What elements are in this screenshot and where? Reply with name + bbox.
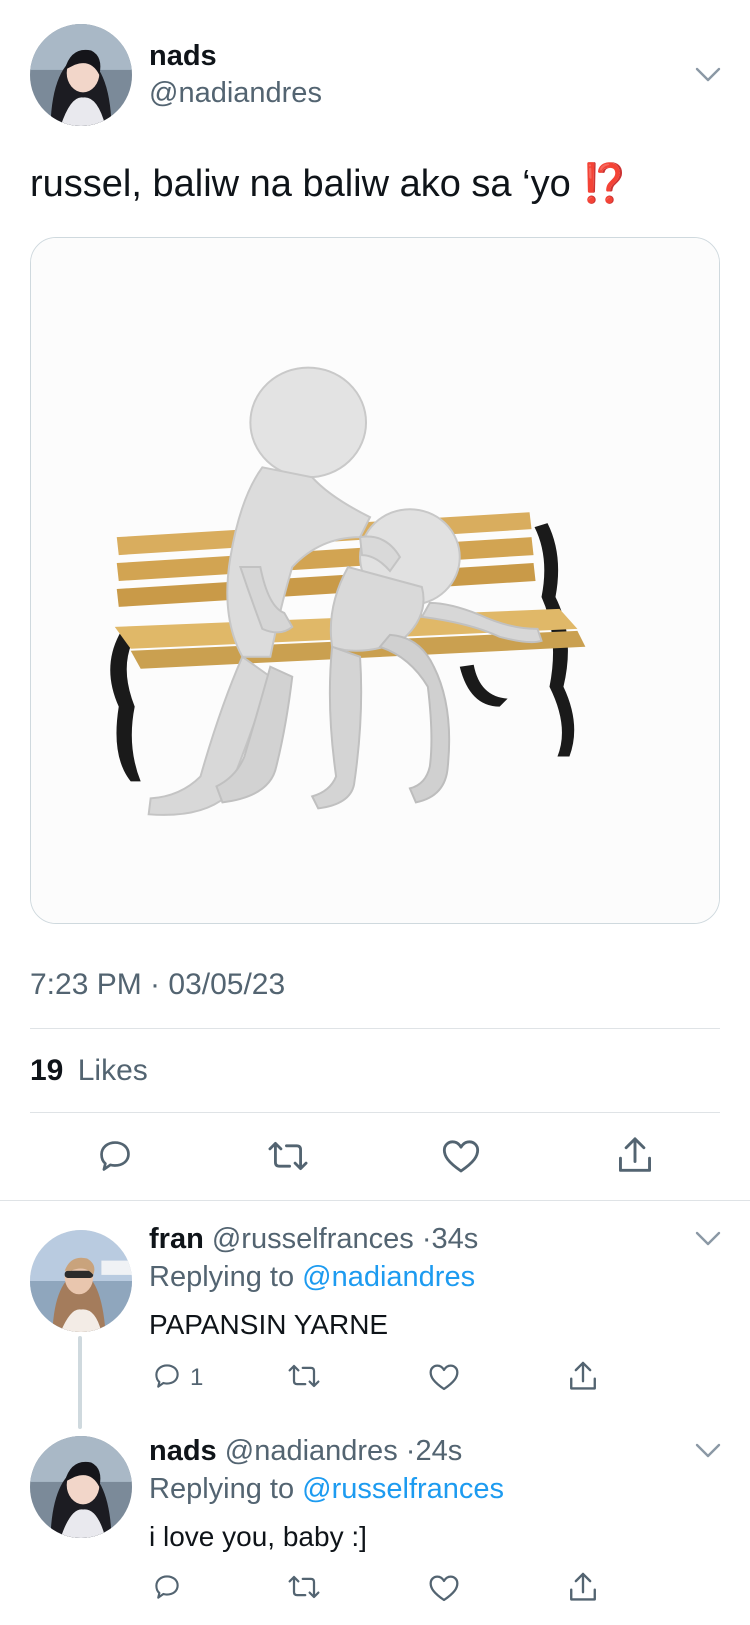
avatar[interactable]: [30, 1436, 132, 1538]
media-image-bench-figures: [31, 238, 719, 923]
likes-row[interactable]: 19 Likes: [30, 1054, 148, 1088]
avatar[interactable]: [30, 1230, 132, 1332]
author-name[interactable]: nads: [149, 1435, 217, 1467]
main-tweet: nads @nadiandres russel, baliw na baliw …: [0, 0, 750, 1200]
divider: [30, 1028, 720, 1029]
likes-count: 19: [30, 1054, 64, 1087]
chevron-down-icon[interactable]: [695, 67, 721, 83]
replying-to-prefix: Replying to: [149, 1261, 295, 1293]
reply-icon[interactable]: [96, 1137, 134, 1175]
reply-time: 24s: [415, 1435, 463, 1467]
share-icon[interactable]: [615, 1134, 655, 1176]
divider: [30, 1112, 720, 1113]
divider: [0, 1200, 750, 1201]
replying-to-prefix: Replying to: [149, 1473, 295, 1505]
tweet-text-body: russel, baliw na baliw ako sa ‘yo: [30, 163, 571, 205]
replying-to: Replying to @russelfrances: [149, 1473, 504, 1506]
like-icon[interactable]: [441, 1137, 481, 1175]
retweet-icon[interactable]: [266, 1137, 310, 1175]
meta-separator: ·: [405, 1435, 416, 1467]
tweet-text: russel, baliw na baliw ako sa ‘yo ⁉️: [30, 160, 720, 208]
author-name[interactable]: fran: [149, 1223, 204, 1255]
author-handle[interactable]: @nadiandres: [225, 1435, 398, 1467]
tweet-timestamp: 7:23 PM · 03/05/23: [30, 968, 286, 1001]
author-handle[interactable]: @nadiandres: [149, 77, 322, 110]
reply-header: fran @russelfrances ·34s: [149, 1223, 478, 1256]
author-handle[interactable]: @russelfrances: [212, 1223, 414, 1255]
chevron-down-icon[interactable]: [695, 1231, 721, 1247]
like-icon[interactable]: [428, 1362, 460, 1392]
share-icon[interactable]: [567, 1570, 599, 1604]
exclamation-question-emoji: ⁉️: [581, 163, 629, 205]
avatar-photo-nads: [30, 24, 132, 126]
reply-count: 1: [190, 1364, 204, 1391]
reply-header: nads @nadiandres ·24s: [149, 1435, 462, 1468]
likes-label: Likes: [77, 1054, 148, 1087]
replying-to-mention[interactable]: @russelfrances: [302, 1473, 504, 1505]
avatar-photo-nads: [30, 1436, 132, 1538]
reply-text: PAPANSIN YARNE: [149, 1309, 389, 1340]
reply-time: 34s: [431, 1223, 479, 1255]
avatar-photo-fran: [30, 1230, 132, 1332]
tweet-detail-page: nads @nadiandres russel, baliw na baliw …: [0, 0, 750, 1625]
thread-line: [78, 1336, 82, 1429]
reply-icon[interactable]: [152, 1572, 182, 1602]
retweet-icon[interactable]: [286, 1361, 322, 1391]
author-name[interactable]: nads: [149, 40, 217, 73]
share-icon[interactable]: [567, 1359, 599, 1393]
reply-icon[interactable]: [152, 1361, 182, 1391]
like-icon[interactable]: [428, 1573, 460, 1603]
meta-separator: ·: [421, 1223, 432, 1255]
tweet-media[interactable]: [30, 237, 720, 924]
replying-to: Replying to @nadiandres: [149, 1261, 475, 1294]
reply-text: i love you, baby :]: [149, 1521, 367, 1552]
avatar[interactable]: [30, 24, 132, 126]
chevron-down-icon[interactable]: [695, 1443, 721, 1459]
retweet-icon[interactable]: [286, 1572, 322, 1602]
replying-to-mention[interactable]: @nadiandres: [302, 1261, 475, 1293]
